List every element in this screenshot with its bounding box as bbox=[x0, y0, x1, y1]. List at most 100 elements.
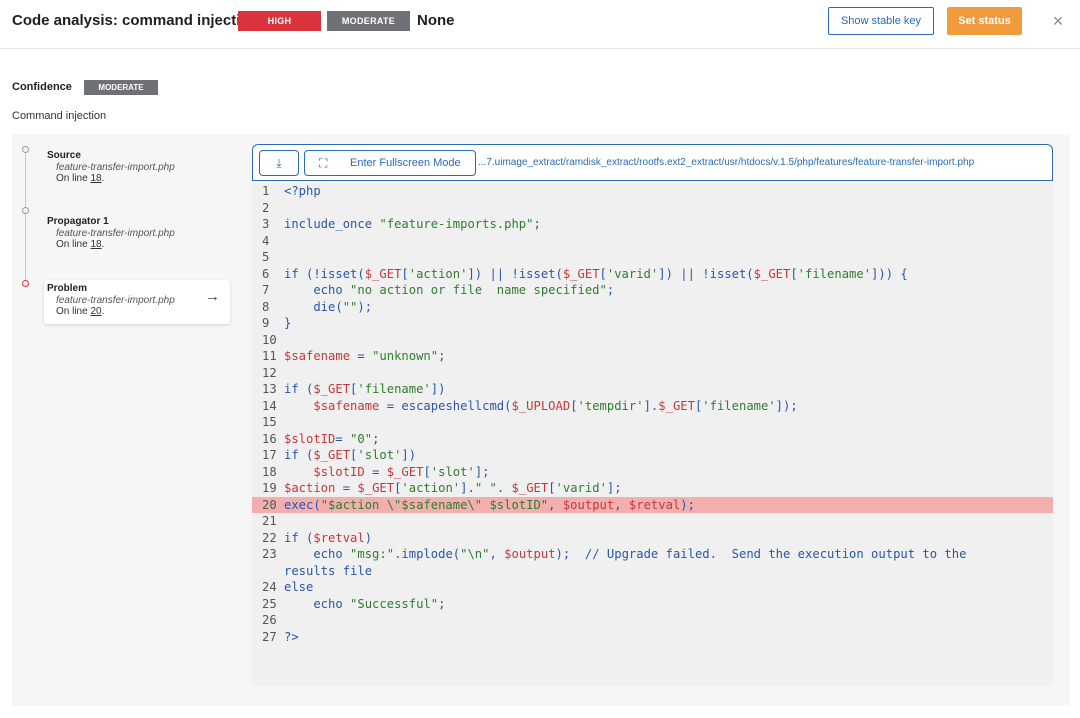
code-text: $safename = escapeshellcmd($_UPLOAD['tem… bbox=[313, 398, 798, 413]
line-number: 8 bbox=[262, 299, 270, 314]
line-number: 10 bbox=[262, 332, 277, 347]
step-name: Propagator 1 bbox=[47, 216, 109, 227]
step-problem[interactable]: Problem feature-transfer-import.php On l… bbox=[44, 280, 230, 324]
line-number: 9 bbox=[262, 316, 270, 330]
code-text: $safename = "unknown"; bbox=[284, 349, 446, 363]
code-line: 22 if ($retval) bbox=[252, 530, 1053, 547]
line-number: 17 bbox=[262, 448, 277, 462]
line-number: 26 bbox=[262, 613, 277, 627]
code-line: 10 bbox=[252, 332, 1053, 349]
code-text: echo "msg:".implode("\n", $output); // U… bbox=[284, 547, 967, 561]
confidence-label: Confidence bbox=[12, 81, 72, 93]
line-number: 19 bbox=[262, 481, 277, 495]
code-line: 2 bbox=[252, 200, 1053, 217]
line-number: 16 bbox=[262, 431, 277, 446]
code-line: 20 exec("$action \"$safename\" $slotID", … bbox=[252, 496, 1053, 513]
code-text: include_once "feature-imports.php"; bbox=[284, 217, 541, 231]
step-file: feature-transfer-import.php bbox=[56, 294, 175, 306]
line-number: 15 bbox=[262, 415, 277, 429]
code-line: 8 die(""); bbox=[252, 299, 1053, 316]
code-line: 1 <?php bbox=[252, 183, 1053, 200]
line-number: 23 bbox=[262, 547, 277, 561]
line-number: 3 bbox=[262, 217, 270, 231]
code-line: 19 $action = $_GET['action']." ". $_GET['… bbox=[252, 480, 1053, 497]
line-number: 22 bbox=[262, 530, 277, 545]
step-line-link[interactable]: 20 bbox=[90, 306, 101, 317]
severity-none-label: None bbox=[417, 12, 455, 29]
line-number: 4 bbox=[262, 233, 270, 248]
code-line: 12 bbox=[252, 365, 1053, 382]
code-text: $slotID= "0"; bbox=[284, 431, 380, 446]
code-text: $slotID = $_GET['slot']; bbox=[313, 464, 490, 479]
code-text: $action = $_GET['action']." ". $_GET['va… bbox=[284, 481, 622, 495]
code-text: <?php bbox=[284, 184, 321, 198]
line-number: 2 bbox=[262, 200, 270, 215]
code-line: 4 bbox=[252, 233, 1053, 250]
code-line: 17 if ($_GET['slot']) bbox=[252, 447, 1053, 464]
code-text: echo "no action or file name specified"; bbox=[284, 283, 615, 297]
code-text: if ($_GET['slot']) bbox=[284, 448, 417, 462]
step-line-link[interactable]: 18 bbox=[90, 173, 101, 184]
code-line: 25 echo "Successful"; bbox=[252, 596, 1053, 613]
code-text: if ($retval) bbox=[284, 530, 373, 545]
file-path: ...7.uimage_extract/ramdisk_extract/root… bbox=[478, 157, 975, 168]
severity-moderate-badge: MODERATE bbox=[327, 11, 410, 31]
code-line: 24 else bbox=[252, 579, 1053, 596]
step-line: On line 18. bbox=[56, 239, 105, 250]
step-line: On line 18. bbox=[56, 173, 105, 184]
line-number: 21 bbox=[262, 514, 277, 528]
download-button[interactable]: ⤓ bbox=[259, 150, 299, 176]
page-title: Code analysis: command injection bbox=[12, 12, 259, 29]
code-line: 26 bbox=[252, 612, 1053, 629]
code-text: exec("$action \"$safename\" $slotID", $o… bbox=[284, 497, 695, 512]
step-line-link[interactable]: 18 bbox=[90, 239, 101, 250]
code-line: 15 bbox=[252, 414, 1053, 431]
set-status-button[interactable]: Set status bbox=[947, 7, 1022, 35]
code-line: 5 bbox=[252, 249, 1053, 266]
steps-connector bbox=[25, 153, 26, 285]
line-number: 11 bbox=[262, 349, 277, 363]
code-text: echo "Successful"; bbox=[284, 596, 446, 611]
line-number: 14 bbox=[262, 398, 277, 413]
code-line: 7 echo "no action or file name specified… bbox=[252, 282, 1053, 299]
line-number: 13 bbox=[262, 382, 277, 396]
confidence-badge: MODERATE bbox=[84, 80, 158, 95]
close-icon[interactable]: × bbox=[1049, 12, 1067, 30]
step-source[interactable]: Source feature-transfer-import.php On li… bbox=[44, 150, 230, 185]
code-text: if (!isset($_GET['action']) || !isset($_… bbox=[284, 266, 908, 281]
line-number: 7 bbox=[262, 283, 270, 297]
code-line: 16 $slotID= "0"; bbox=[252, 431, 1053, 448]
line-number: 5 bbox=[262, 250, 270, 264]
code-line: 14 $safename = escapeshellcmd($_UPLOAD['… bbox=[252, 398, 1053, 415]
show-stable-key-button[interactable]: Show stable key bbox=[828, 7, 934, 35]
code-text: die(""); bbox=[284, 299, 373, 314]
code-line: 11 $safename = "unknown"; bbox=[252, 348, 1053, 365]
code-line: 23 echo "msg:".implode("\n", $output); /… bbox=[252, 546, 1053, 563]
fullscreen-label: Enter Fullscreen Mode bbox=[350, 157, 461, 169]
code-line: 3 include_once "feature-imports.php"; bbox=[252, 216, 1053, 233]
problem-step-dot bbox=[22, 280, 29, 287]
step-name: Source bbox=[47, 150, 81, 161]
step-line: On line 20. bbox=[56, 306, 105, 317]
line-number: 18 bbox=[262, 464, 277, 479]
code-line: 18 $slotID = $_GET['slot']; bbox=[252, 464, 1053, 481]
code-line: 9} bbox=[252, 315, 1053, 332]
severity-high-badge: HIGH bbox=[238, 11, 321, 31]
line-number: 12 bbox=[262, 365, 277, 380]
step-propagator[interactable]: Propagator 1 feature-transfer-import.php… bbox=[44, 216, 230, 251]
category-label: Command injection bbox=[12, 110, 107, 122]
line-number: 1 bbox=[262, 184, 270, 198]
line-number: 24 bbox=[262, 580, 277, 594]
line-number: 6 bbox=[262, 266, 270, 281]
code-text: if ($_GET['filename']) bbox=[284, 382, 446, 396]
line-number: 25 bbox=[262, 596, 277, 611]
propagator-step-dot bbox=[22, 207, 29, 214]
code-text: results file bbox=[284, 563, 373, 578]
code-line: 13 if ($_GET['filename']) bbox=[252, 381, 1053, 398]
code-text: } bbox=[284, 316, 292, 330]
code-viewer: 1 <?php 2 3 include_once "feature-imports.ph… bbox=[252, 183, 1053, 686]
code-text: else bbox=[284, 580, 314, 594]
fullscreen-button[interactable]: ⛶ Enter Fullscreen Mode bbox=[304, 150, 476, 176]
expand-icon: ⛶ bbox=[319, 156, 328, 170]
arrow-right-icon[interactable]: → bbox=[205, 289, 220, 303]
